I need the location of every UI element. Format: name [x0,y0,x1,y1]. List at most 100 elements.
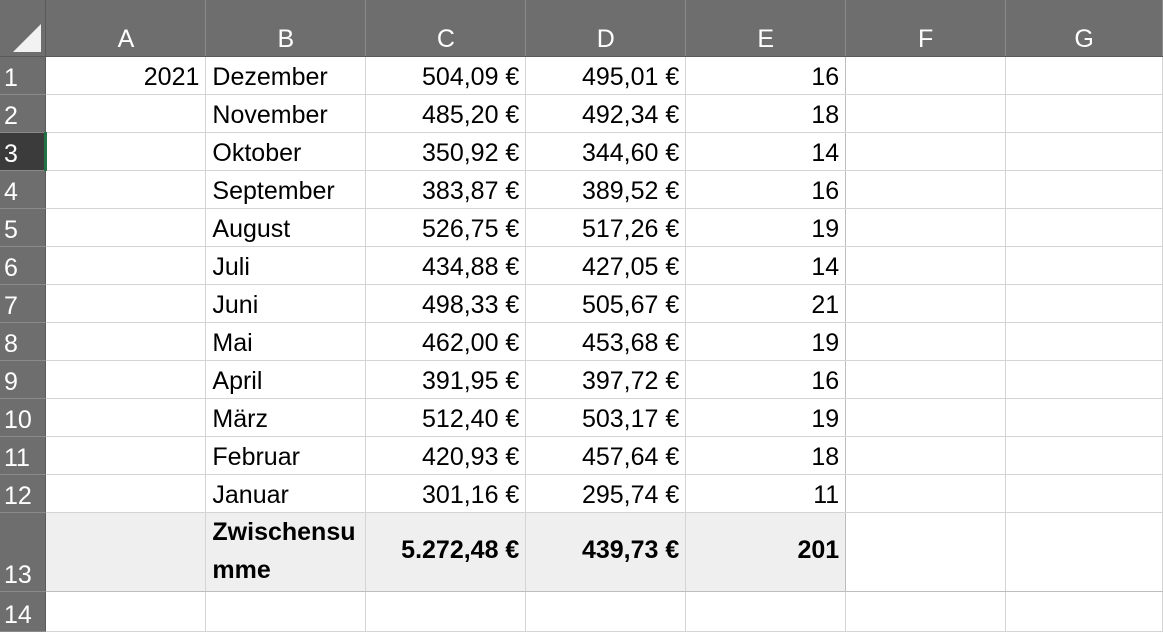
cell-b1[interactable]: Dezember [205,56,367,95]
cell-b7[interactable]: Juni [205,284,367,323]
cell-b10[interactable]: März [205,398,367,437]
cell-c9[interactable]: 391,95 € [365,360,527,399]
cell-g10[interactable] [1005,398,1163,437]
cell-a4[interactable] [45,170,207,209]
cell-b12[interactable]: Januar [205,474,367,513]
cell-d14[interactable] [525,591,687,632]
cell-c6[interactable]: 434,88 € [365,246,527,285]
cell-d9[interactable]: 397,72 € [525,360,687,399]
cell-e12[interactable]: 11 [685,474,847,513]
column-header-e[interactable]: E [685,0,847,57]
column-header-a[interactable]: A [45,0,207,57]
cell-d6[interactable]: 427,05 € [525,246,687,285]
cell-g6[interactable] [1005,246,1163,285]
cell-e11[interactable]: 18 [685,436,847,475]
row-header-10[interactable]: 10 [0,398,47,437]
column-header-b[interactable]: B [205,0,367,57]
row-header-2[interactable]: 2 [0,94,47,133]
cell-g1[interactable] [1005,56,1163,95]
cell-g2[interactable] [1005,94,1163,133]
cell-a12[interactable] [45,474,207,513]
cell-g11[interactable] [1005,436,1163,475]
cell-d2[interactable]: 492,34 € [525,94,687,133]
cell-e3[interactable]: 14 [685,132,847,171]
row-header-14[interactable]: 14 [0,591,47,632]
cell-e10[interactable]: 19 [685,398,847,437]
cell-e6[interactable]: 14 [685,246,847,285]
cell-f6[interactable] [845,246,1007,285]
cell-f5[interactable] [845,208,1007,247]
cell-g4[interactable] [1005,170,1163,209]
cell-e8[interactable]: 19 [685,322,847,361]
cell-g8[interactable] [1005,322,1163,361]
cell-c11[interactable]: 420,93 € [365,436,527,475]
cell-f14[interactable] [845,591,1007,632]
cell-e1[interactable]: 16 [685,56,847,95]
cell-g14[interactable] [1005,591,1163,632]
cell-c8[interactable]: 462,00 € [365,322,527,361]
cell-g7[interactable] [1005,284,1163,323]
cell-g12[interactable] [1005,474,1163,513]
row-header-9[interactable]: 9 [0,360,47,399]
cell-d1[interactable]: 495,01 € [525,56,687,95]
cell-e13[interactable]: 201 [685,512,847,592]
cell-f10[interactable] [845,398,1007,437]
cell-e4[interactable]: 16 [685,170,847,209]
cell-a9[interactable] [45,360,207,399]
cell-a13[interactable] [45,512,207,592]
cell-g5[interactable] [1005,208,1163,247]
row-header-3[interactable]: 3 [0,132,48,171]
cell-d13[interactable]: 439,73 € [525,512,687,592]
select-all-button[interactable] [0,0,47,57]
cell-d7[interactable]: 505,67 € [525,284,687,323]
cell-c4[interactable]: 383,87 € [365,170,527,209]
cell-c13[interactable]: 5.272,48 € [365,512,527,592]
cell-b8[interactable]: Mai [205,322,367,361]
cell-a6[interactable] [45,246,207,285]
cell-b3[interactable]: Oktober [205,132,367,171]
cell-a14[interactable] [45,591,207,632]
cell-a10[interactable] [45,398,207,437]
cell-b11[interactable]: Februar [205,436,367,475]
cell-a1[interactable]: 2021 [45,56,207,95]
row-header-7[interactable]: 7 [0,284,47,323]
cell-d4[interactable]: 389,52 € [525,170,687,209]
row-header-4[interactable]: 4 [0,170,47,209]
cell-b9[interactable]: April [205,360,367,399]
cell-g13[interactable] [1005,512,1163,592]
cell-b4[interactable]: September [205,170,367,209]
cell-f1[interactable] [845,56,1007,95]
cell-c10[interactable]: 512,40 € [365,398,527,437]
cell-e5[interactable]: 19 [685,208,847,247]
cell-c12[interactable]: 301,16 € [365,474,527,513]
column-header-d[interactable]: D [525,0,687,57]
cell-table[interactable]: A B C D E F G 1 2021 Dezember 504,09 €495,0… [0,0,1163,632]
row-header-8[interactable]: 8 [0,322,47,361]
cell-a8[interactable] [45,322,207,361]
cell-f7[interactable] [845,284,1007,323]
cell-a11[interactable] [45,436,207,475]
cell-d3[interactable]: 344,60 € [525,132,687,171]
row-header-11[interactable]: 11 [0,436,47,475]
cell-d11[interactable]: 457,64 € [525,436,687,475]
cell-f12[interactable] [845,474,1007,513]
row-header-6[interactable]: 6 [0,246,47,285]
column-header-c[interactable]: C [365,0,527,57]
cell-c7[interactable]: 498,33 € [365,284,527,323]
cell-f9[interactable] [845,360,1007,399]
spreadsheet-grid[interactable]: A B C D E F G 1 2021 Dezember 504,09 €495,0… [0,0,1163,632]
row-header-13[interactable]: 13 [0,512,47,592]
row-header-1[interactable]: 1 [0,56,47,95]
cell-c14[interactable] [365,591,527,632]
cell-c5[interactable]: 526,75 € [365,208,527,247]
cell-b6[interactable]: Juli [205,246,367,285]
cell-a5[interactable] [45,208,207,247]
cell-d10[interactable]: 503,17 € [525,398,687,437]
column-header-g[interactable]: G [1005,0,1163,57]
cell-b13[interactable]: Zwischensumme [205,512,367,592]
cell-b2[interactable]: November [205,94,367,133]
cell-e14[interactable] [685,591,847,632]
row-header-12[interactable]: 12 [0,474,47,513]
cell-a2[interactable] [45,94,207,133]
cell-g9[interactable] [1005,360,1163,399]
